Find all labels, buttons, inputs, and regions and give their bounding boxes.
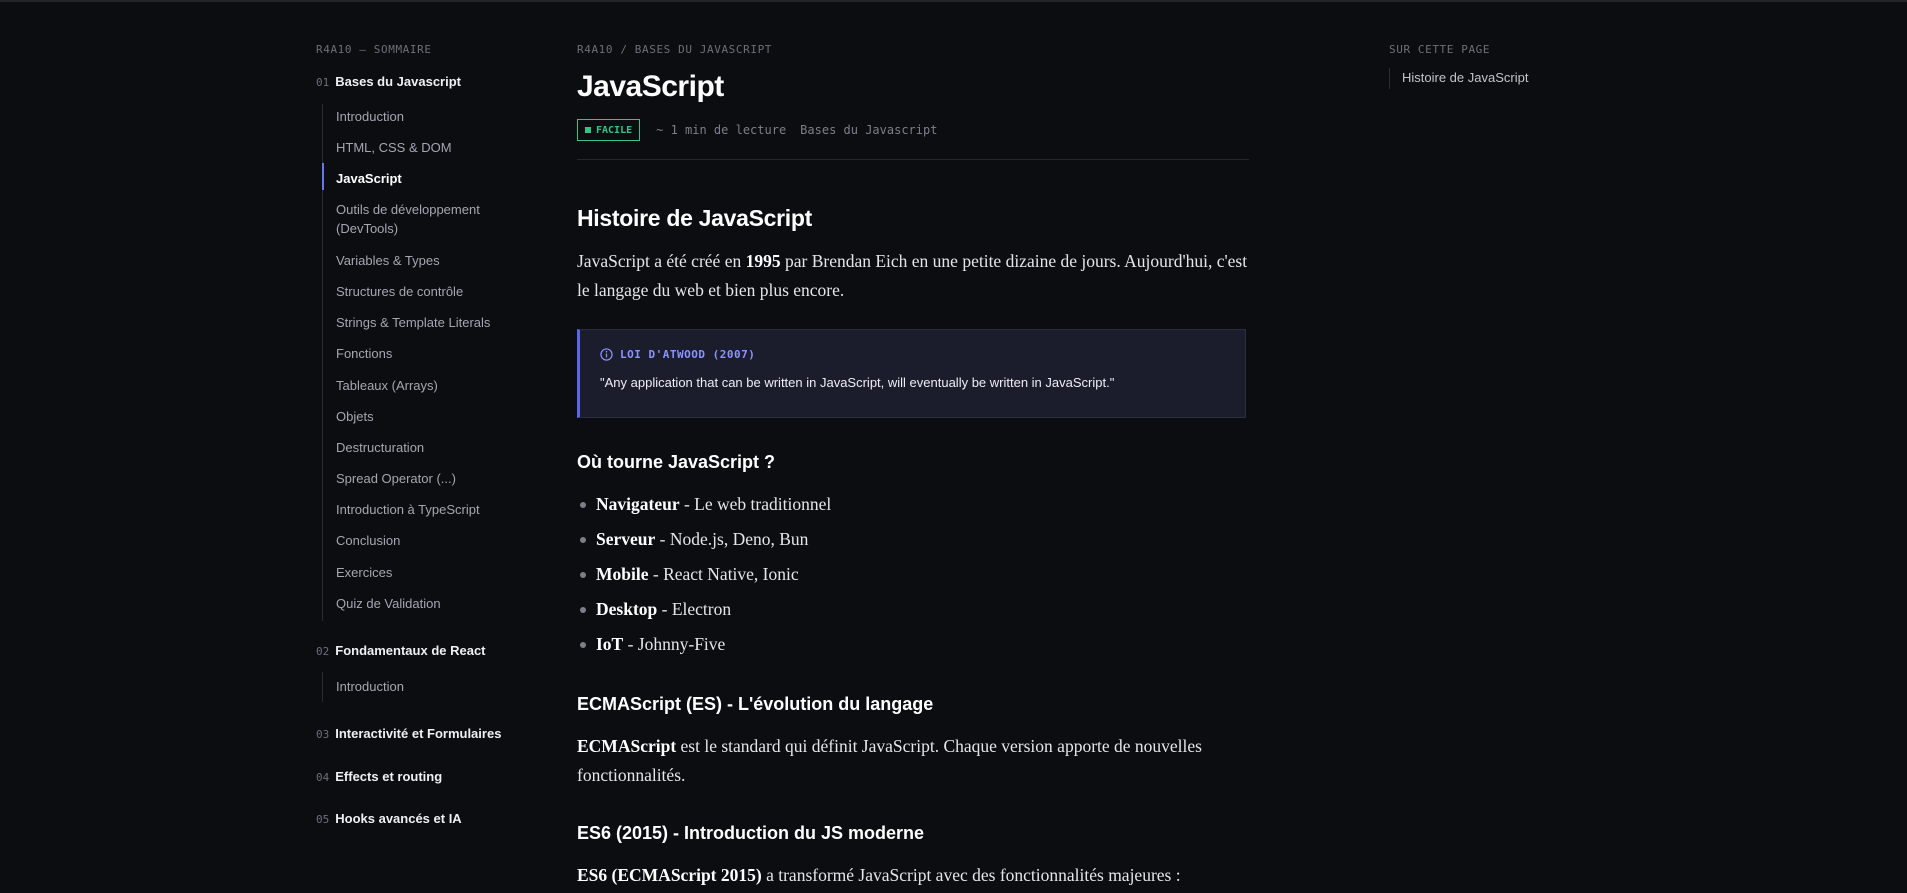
bullet-icon [580, 642, 586, 648]
es6-paragraph: ES6 (ECMAScript 2015) a transformé JavaS… [577, 861, 1249, 890]
platform-name: Serveur [596, 529, 656, 549]
platform-desc: - Johnny-Five [623, 634, 726, 654]
sidebar-item-introduction[interactable]: Introduction [336, 107, 536, 126]
section-title: Fondamentaux de React [335, 643, 486, 658]
callout-quote: "Any application that can be written in … [600, 375, 1115, 390]
bullet-icon [580, 607, 586, 613]
toc-item-history[interactable]: Histoire de JavaScript [1402, 70, 1528, 85]
sidebar-item-quiz[interactable]: Quiz de Validation [336, 594, 536, 613]
section-title: Interactivité et Formulaires [335, 726, 502, 741]
sidebar-section-5[interactable]: 05 Hooks avancés et IA [316, 811, 462, 826]
title-divider [577, 159, 1249, 160]
sidebar-heading: R4A10 — SOMMAIRE [316, 43, 432, 56]
section-title: Effects et routing [335, 769, 443, 784]
sidebar-item-conclusion[interactable]: Conclusion [336, 531, 536, 550]
section-title: Hooks avancés et IA [335, 811, 462, 826]
bullet-icon [580, 572, 586, 578]
platform-name: Mobile [596, 564, 649, 584]
sidebar-section-2[interactable]: 02 Fondamentaux de React [316, 643, 486, 658]
sidebar-item-variables-types[interactable]: Variables & Types [336, 251, 536, 270]
section-1-items: Introduction HTML, CSS & DOM JavaScript … [322, 104, 490, 621]
active-indicator [322, 163, 324, 190]
section-number: 01 [316, 76, 330, 89]
sidebar-item-control-structures[interactable]: Structures de contrôle [336, 282, 536, 301]
info-callout: LOI D'ATWOOD (2007) "Any application tha… [577, 329, 1246, 418]
section-number: 05 [316, 813, 330, 826]
sidebar-section-4[interactable]: 04 Effects et routing [316, 769, 442, 784]
platform-name: Navigateur [596, 494, 680, 514]
section-number: 04 [316, 771, 330, 784]
sidebar-item-spread-operator[interactable]: Spread Operator (...) [336, 469, 536, 488]
page-title: JavaScript [577, 70, 724, 103]
section-number: 03 [316, 728, 330, 741]
heading-where-js-runs: Où tourne JavaScript ? [577, 452, 776, 472]
toc-heading: SUR CETTE PAGE [1389, 43, 1491, 56]
sidebar-item-javascript[interactable]: JavaScript [336, 169, 536, 188]
es6-text: a transformé JavaScript avec des fonctio… [761, 865, 1181, 885]
badge-label: FACILE [596, 124, 633, 136]
sidebar-item-typescript[interactable]: Introduction à TypeScript [336, 500, 536, 519]
section-2-items: Introduction [322, 672, 404, 702]
article-meta: FACILE ~ 1 min de lecture Bases du Javas… [577, 119, 937, 141]
intro-text-1: JavaScript a été créé en [577, 251, 746, 271]
info-icon [600, 348, 613, 361]
sidebar-item-functions[interactable]: Fonctions [336, 344, 536, 363]
sidebar-item-objects[interactable]: Objets [336, 407, 536, 426]
section-number: 02 [316, 645, 330, 658]
platform-desc: - Node.js, Deno, Bun [655, 529, 809, 549]
ecma-bold: ECMAScript [577, 736, 677, 756]
callout-title: LOI D'ATWOOD (2007) [620, 348, 756, 361]
heading-ecmascript: ECMAScript (ES) - L'évolution du langage [577, 694, 934, 714]
intro-year: 1995 [745, 251, 781, 271]
platform-name: IoT [596, 634, 624, 654]
es6-bold: ES6 (ECMAScript 2015) [577, 865, 762, 885]
sidebar-item-react-introduction[interactable]: Introduction [336, 677, 536, 696]
top-border [0, 0, 1907, 2]
platform-desc: - Le web traditionnel [679, 494, 832, 514]
heading-es6: ES6 (2015) - Introduction du JS moderne [577, 823, 925, 843]
badge-square-icon [585, 127, 591, 133]
sidebar-item-destructuring[interactable]: Destructuration [336, 438, 536, 457]
sidebar-item-strings[interactable]: Strings & Template Literals [336, 313, 536, 332]
sidebar-item-html-css-dom[interactable]: HTML, CSS & DOM [336, 138, 536, 157]
platform-desc: - React Native, Ionic [648, 564, 799, 584]
bullet-icon [580, 537, 586, 543]
callout-header: LOI D'ATWOOD (2007) [600, 348, 755, 361]
bullet-icon [580, 502, 586, 508]
breadcrumb: R4A10 / BASES DU JAVASCRIPT [577, 43, 773, 56]
sidebar-item-arrays[interactable]: Tableaux (Arrays) [336, 376, 536, 395]
heading-history: Histoire de JavaScript [577, 205, 813, 231]
sidebar-item-devtools[interactable]: Outils de développement (DevTools) [336, 200, 536, 238]
ecmascript-paragraph: ECMAScript est le standard qui définit J… [577, 732, 1249, 790]
platform-desc: - Electron [657, 599, 732, 619]
toc-list: Histoire de JavaScript [1389, 68, 1528, 89]
difficulty-badge: FACILE [577, 119, 641, 141]
section-title: Bases du Javascript [335, 74, 461, 89]
article-category: Bases du Javascript [800, 123, 938, 137]
sidebar-item-exercises[interactable]: Exercices [336, 563, 536, 582]
reading-time: ~ 1 min de lecture [656, 123, 787, 137]
platform-name: Desktop [596, 599, 658, 619]
sidebar-section-3[interactable]: 03 Interactivité et Formulaires [316, 726, 501, 741]
sidebar-section-1[interactable]: 01 Bases du Javascript [316, 74, 461, 89]
intro-paragraph: JavaScript a été créé en 1995 par Brenda… [577, 247, 1249, 305]
